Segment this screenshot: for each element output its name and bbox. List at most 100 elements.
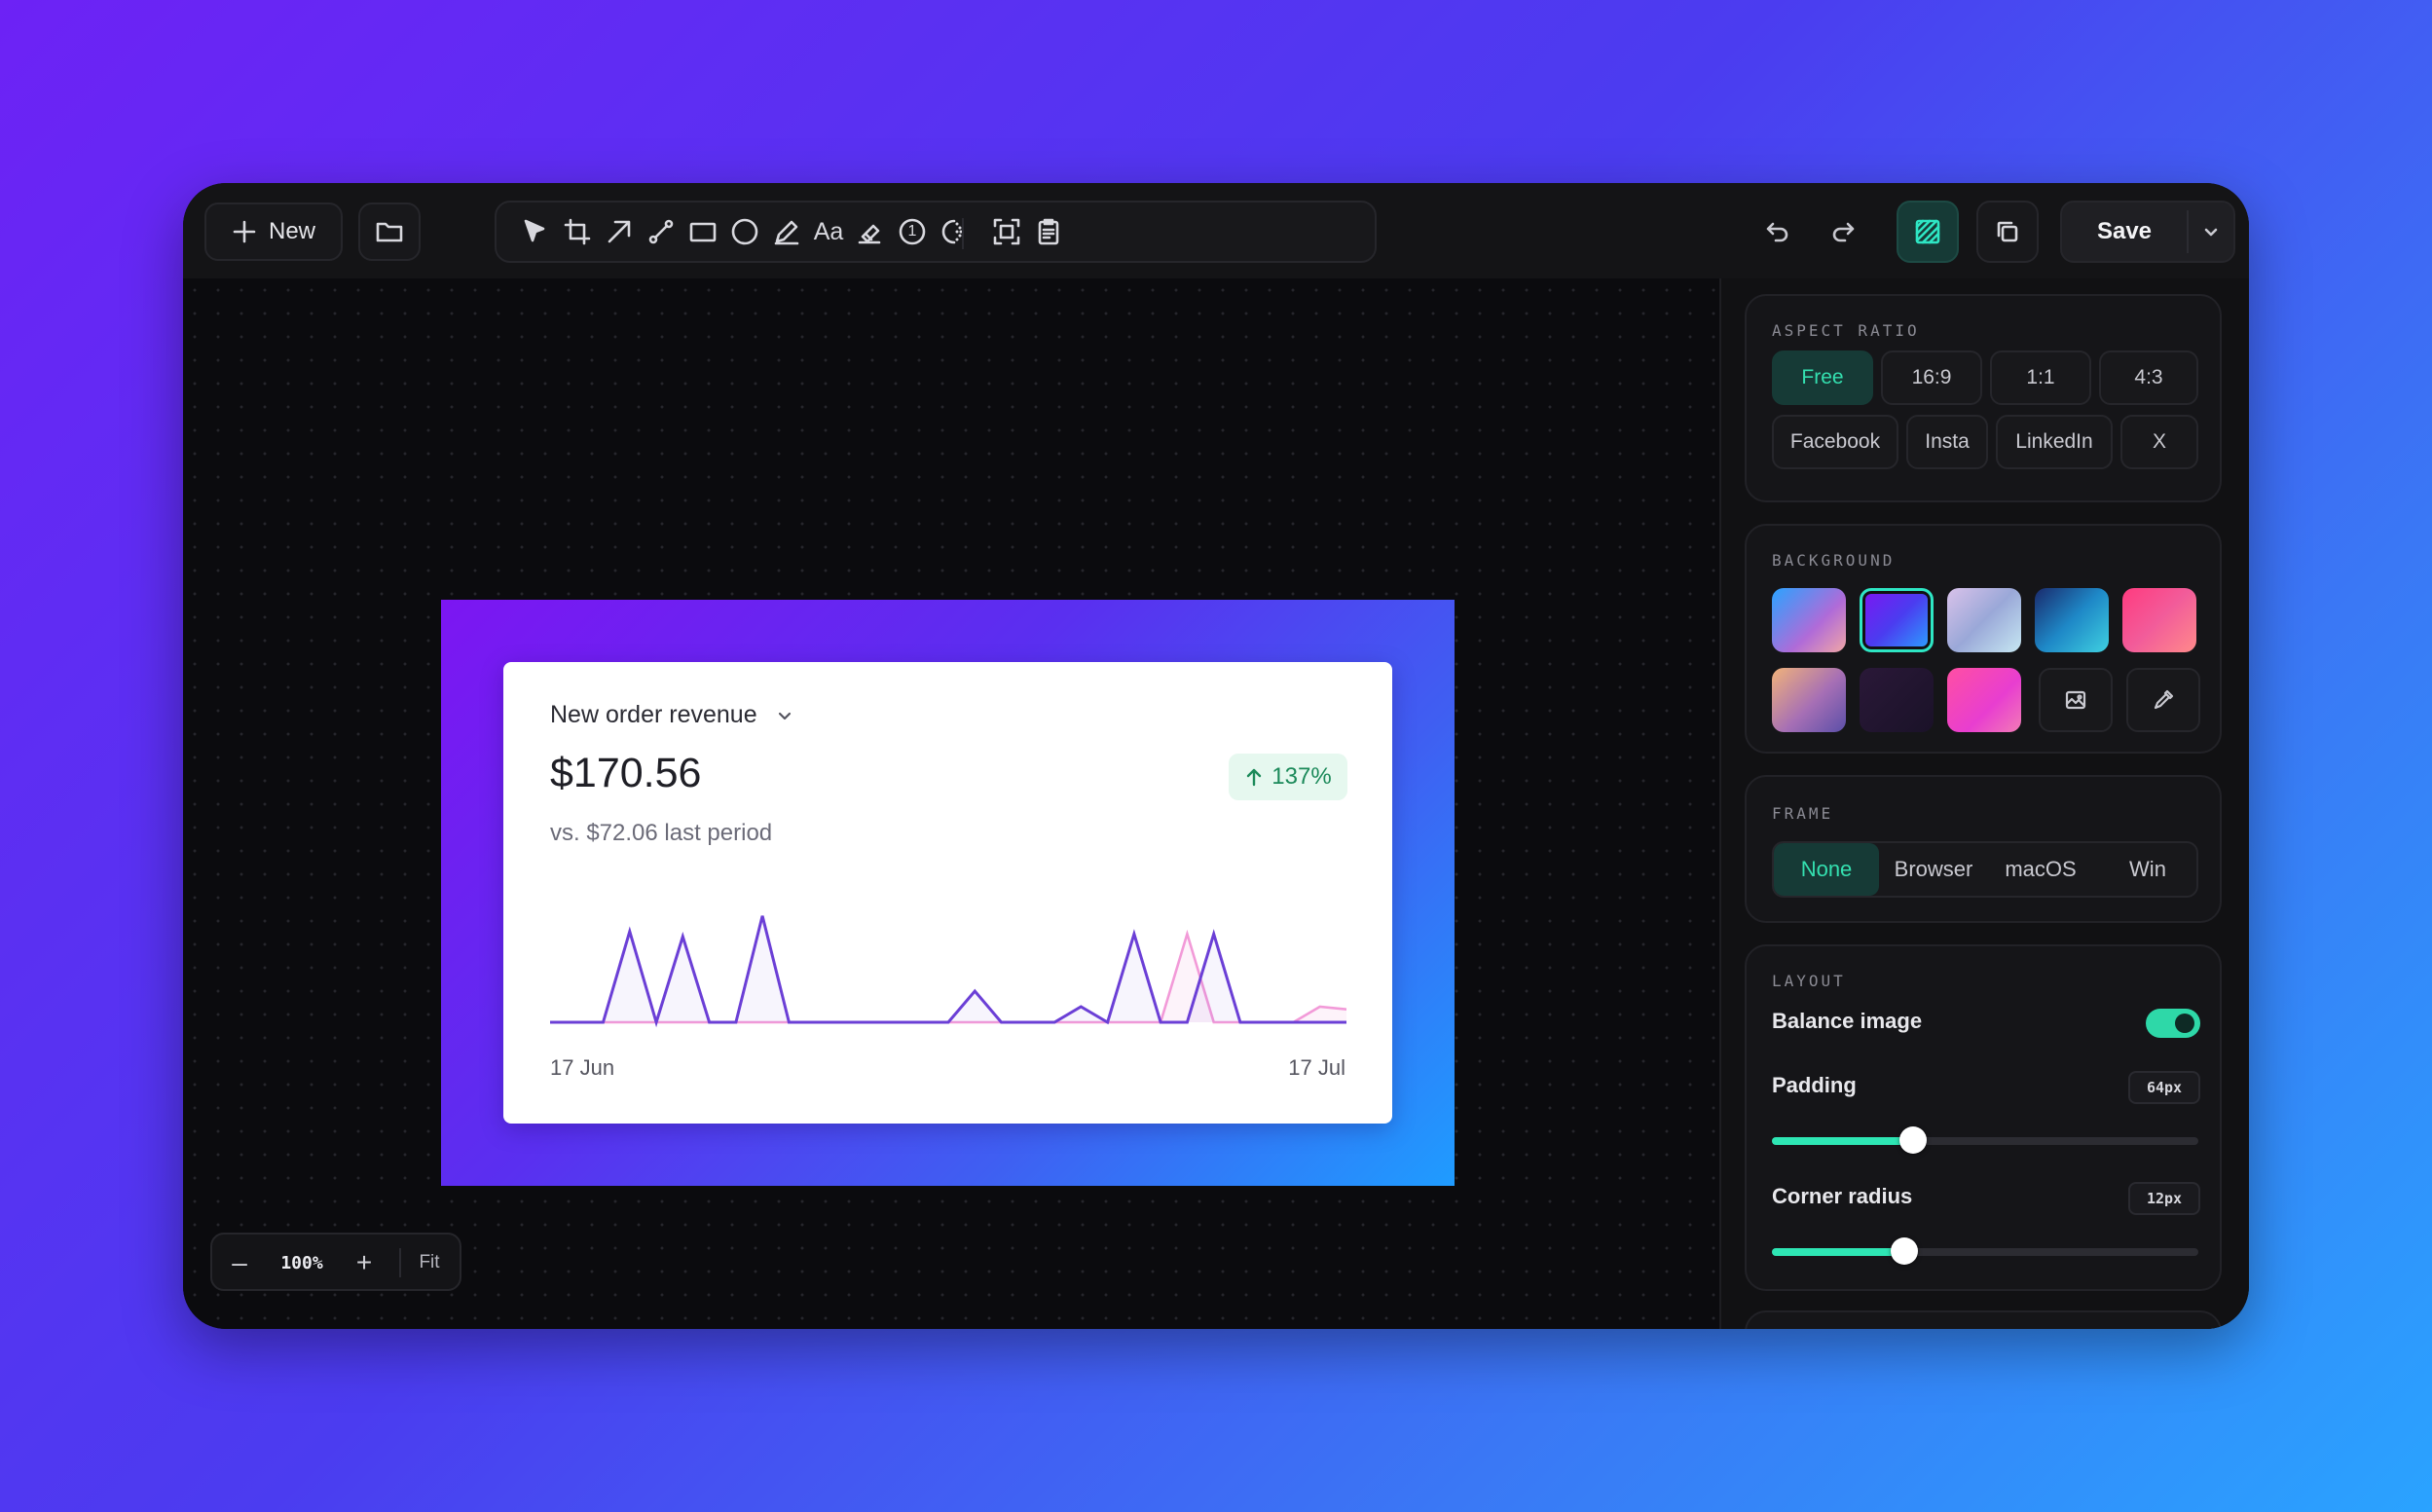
padding-label: Padding	[1772, 1073, 1857, 1097]
undo-icon	[1766, 222, 1788, 242]
editor-canvas[interactable]: New order revenue $170.56 vs. $72.06 las…	[183, 278, 1719, 1329]
redo-button[interactable]	[1816, 204, 1870, 259]
background-swatch[interactable]	[1860, 668, 1934, 732]
aspect-option-linkedin[interactable]: LinkedIn	[1996, 415, 2113, 469]
background-pattern-icon	[1915, 219, 1940, 244]
app-window: New Aa 1 Save New order revenue $170.56 …	[183, 183, 2249, 1329]
zoom-level: 100%	[280, 1252, 323, 1273]
clipboard-tool[interactable]	[1021, 206, 1076, 257]
undo-button[interactable]	[1750, 204, 1805, 259]
aspect-ratio-label: ASPECT RATIO	[1772, 321, 1920, 340]
card-title: New order revenue	[550, 701, 757, 728]
corner-radius-slider-thumb[interactable]	[1890, 1237, 1918, 1265]
pen-icon	[774, 220, 799, 245]
background-swatch[interactable]	[1860, 588, 1934, 652]
image-stage[interactable]: New order revenue $170.56 vs. $72.06 las…	[441, 600, 1455, 1186]
top-toolbar: New Aa 1 Save	[183, 183, 2249, 280]
select-arrow-icon	[524, 219, 545, 242]
open-folder-button[interactable]	[358, 203, 421, 261]
padding-slider[interactable]	[1772, 1126, 2198, 1154]
chevron-down-icon	[2204, 228, 2218, 237]
frame-option-macos[interactable]: macOS	[1988, 843, 2093, 896]
aspect-ratio-panel: ASPECT RATIO Free 16:9 1:1 4:3 Facebook …	[1745, 294, 2222, 502]
padding-value: 64px	[2128, 1071, 2200, 1104]
layout-label: LAYOUT	[1772, 972, 1846, 990]
background-swatch[interactable]	[1947, 668, 2021, 732]
frame-selector: None Browser macOS Win	[1772, 841, 2198, 898]
balance-image-toggle[interactable]	[2146, 1009, 2200, 1038]
step-number-label: 1	[907, 223, 917, 240]
new-button-label: New	[268, 218, 315, 244]
highlighter-icon	[858, 224, 881, 244]
crop-icon	[564, 218, 591, 245]
aspect-option-4-3[interactable]: 4:3	[2099, 350, 2198, 405]
upload-image-background-button[interactable]	[2039, 668, 2113, 732]
revenue-chart	[550, 915, 1346, 1028]
chart-series-area	[550, 915, 1346, 1022]
corner-radius-slider-fill	[1772, 1248, 1904, 1256]
frame-option-browser[interactable]: Browser	[1881, 843, 1986, 896]
toggle-knob	[2175, 1014, 2194, 1033]
save-button[interactable]: Save	[2062, 203, 2187, 261]
save-button-group: Save	[2060, 201, 2235, 263]
layout-panel: LAYOUT Balance image Padding 64px Corner…	[1745, 944, 2222, 1291]
custom-color-button[interactable]	[2126, 668, 2200, 732]
change-value: 137%	[1271, 763, 1332, 790]
revenue-card: New order revenue $170.56 vs. $72.06 las…	[503, 662, 1392, 1124]
zoom-separator	[399, 1248, 401, 1277]
arrow-up-icon	[1247, 768, 1262, 787]
background-toggle-button[interactable]	[1897, 201, 1959, 263]
copy-icon	[1997, 221, 2018, 242]
background-swatch[interactable]	[2035, 588, 2109, 652]
background-label: BACKGROUND	[1772, 551, 1896, 570]
text-icon: Aa	[813, 217, 844, 245]
background-swatch[interactable]	[1772, 588, 1846, 652]
zoom-fit-button[interactable]: Fit	[403, 1238, 456, 1287]
frame-option-none[interactable]: None	[1774, 843, 1879, 896]
blur-icon	[941, 219, 963, 244]
color-picker-icon	[2154, 689, 2174, 710]
background-swatch[interactable]	[1947, 588, 2021, 652]
next-panel	[1745, 1310, 2222, 1329]
copy-button[interactable]	[1976, 201, 2039, 263]
aspect-option-1-1[interactable]: 1:1	[1990, 350, 2091, 405]
corner-radius-value: 12px	[2128, 1182, 2200, 1215]
padding-slider-thumb[interactable]	[1898, 1126, 1927, 1154]
new-button[interactable]: New	[204, 203, 343, 261]
line-icon	[648, 219, 674, 244]
aspect-option-16-9[interactable]: 16:9	[1881, 350, 1982, 405]
ellipse-icon	[731, 218, 758, 245]
clipboard-icon	[1038, 218, 1059, 245]
change-badge: 137%	[1229, 754, 1347, 800]
folder-icon	[376, 222, 403, 242]
aspect-option-insta[interactable]: Insta	[1906, 415, 1988, 469]
frame-panel: FRAME None Browser macOS Win	[1745, 775, 2222, 923]
aspect-option-facebook[interactable]: Facebook	[1772, 415, 1898, 469]
zoom-control: – 100% + Fit	[210, 1233, 461, 1291]
zoom-in-button[interactable]: +	[343, 1238, 386, 1287]
comparison-text: vs. $72.06 last period	[550, 820, 773, 846]
chevron-down-icon	[778, 712, 792, 720]
padding-slider-fill	[1772, 1137, 1913, 1145]
image-upload-icon	[2065, 690, 2086, 710]
redo-icon	[1832, 222, 1855, 242]
aspect-option-x[interactable]: X	[2120, 415, 2198, 469]
arrow-icon	[608, 220, 631, 243]
background-swatch[interactable]	[1772, 668, 1846, 732]
frame-option-win[interactable]: Win	[2095, 843, 2200, 896]
screenshot-icon	[993, 218, 1020, 245]
tool-separator	[962, 218, 964, 249]
background-swatch[interactable]	[2122, 588, 2196, 652]
plus-icon	[233, 220, 256, 243]
corner-radius-slider[interactable]	[1772, 1237, 2198, 1265]
balance-image-label: Balance image	[1772, 1009, 1923, 1033]
aspect-option-free[interactable]: Free	[1772, 350, 1873, 405]
blur-tool[interactable]	[927, 206, 981, 257]
x-axis-start-label: 17 Jun	[550, 1055, 615, 1080]
background-panel: BACKGROUND	[1745, 524, 2222, 754]
revenue-value: $170.56	[550, 750, 702, 796]
zoom-out-button[interactable]: –	[218, 1238, 261, 1287]
x-axis-end-label: 17 Jul	[1288, 1055, 1345, 1080]
save-options-button[interactable]	[2189, 203, 2233, 261]
settings-sidebar: ASPECT RATIO Free 16:9 1:1 4:3 Facebook …	[1719, 278, 2249, 1329]
